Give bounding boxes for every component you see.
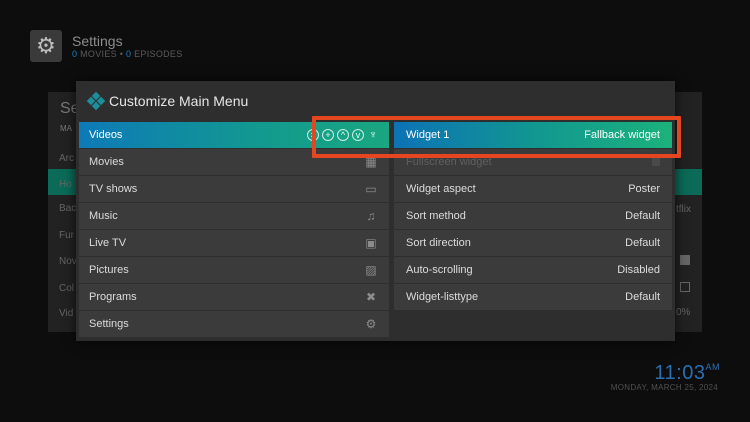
option-label: Widget-listtype	[406, 291, 479, 303]
background-right-text: 0%	[676, 307, 691, 318]
menu-item-pictures[interactable]: Pictures ▨	[79, 257, 389, 283]
menu-item-settings[interactable]: Settings ⚙	[79, 311, 389, 337]
background-list-item: Fur	[59, 230, 74, 241]
option-value: Default	[625, 291, 660, 303]
dialog-header: Customize Main Menu	[86, 91, 249, 111]
background-subtitle: 0 MOVIES • 0 EPISODES	[72, 49, 183, 59]
background-list-item: Arc	[59, 153, 74, 164]
menu-item-tv-shows[interactable]: TV shows ▭	[79, 176, 389, 202]
gear-icon: ⚙	[30, 30, 62, 62]
live-tv-icon: ▣	[365, 236, 377, 250]
menu-item-label: Pictures	[89, 264, 129, 276]
menu-item-label: Live TV	[89, 237, 127, 249]
menu-item-label: TV shows	[89, 183, 138, 195]
option-label: Widget aspect	[406, 183, 476, 195]
option-auto-scrolling[interactable]: Auto-scrolling Disabled	[394, 257, 672, 283]
background-checkbox	[680, 255, 690, 265]
option-value: Default	[625, 237, 660, 249]
background-list-item: Nov	[59, 256, 77, 267]
menu-item-music[interactable]: Music ♫	[79, 203, 389, 229]
background-list-item: Vid	[59, 308, 74, 319]
option-label: Auto-scrolling	[406, 264, 473, 276]
option-value: Disabled	[617, 264, 660, 276]
picture-icon: ▨	[365, 263, 377, 277]
music-note-icon: ♫	[366, 209, 376, 223]
background-right-text: tflix	[676, 204, 691, 215]
background-list-item: Col	[59, 283, 75, 294]
option-widget-aspect[interactable]: Widget aspect Poster	[394, 176, 672, 202]
menu-item-label: Music	[89, 210, 118, 222]
option-value: Poster	[628, 183, 660, 195]
clock-time: 11:03AM	[654, 362, 720, 384]
option-value: Default	[625, 210, 660, 222]
checkbox-icon	[652, 158, 660, 166]
option-label: Sort direction	[406, 237, 471, 249]
menu-item-label: Videos	[89, 129, 123, 141]
background-header: ⚙ Settings 0 MOVIES • 0 EPISODES	[30, 30, 183, 62]
option-sort-direction[interactable]: Sort direction Default	[394, 230, 672, 256]
background-title: Settings	[72, 33, 123, 49]
option-widget-listtype[interactable]: Widget-listtype Default	[394, 284, 672, 310]
menu-item-live-tv[interactable]: Live TV ▣	[79, 230, 389, 256]
option-label: Sort method	[406, 210, 466, 222]
background-list-item: Ho	[59, 179, 72, 190]
menu-item-programs[interactable]: Programs ✖	[79, 284, 389, 310]
tv-icon: ▭	[365, 182, 377, 196]
background-checkbox	[680, 282, 690, 292]
background-list-item: Bac	[59, 203, 77, 214]
gear-icon: ⚙	[365, 317, 377, 331]
clock-date: MONDAY, MARCH 25, 2024	[610, 383, 718, 392]
option-sort-method[interactable]: Sort method Default	[394, 203, 672, 229]
menu-item-label: Settings	[89, 318, 129, 330]
menu-item-label: Programs	[89, 291, 137, 303]
tools-icon: ✖	[365, 290, 377, 304]
dialog-title: Customize Main Menu	[109, 93, 249, 109]
kodi-logo-icon	[86, 91, 106, 111]
highlight-annotation-box	[312, 116, 681, 158]
